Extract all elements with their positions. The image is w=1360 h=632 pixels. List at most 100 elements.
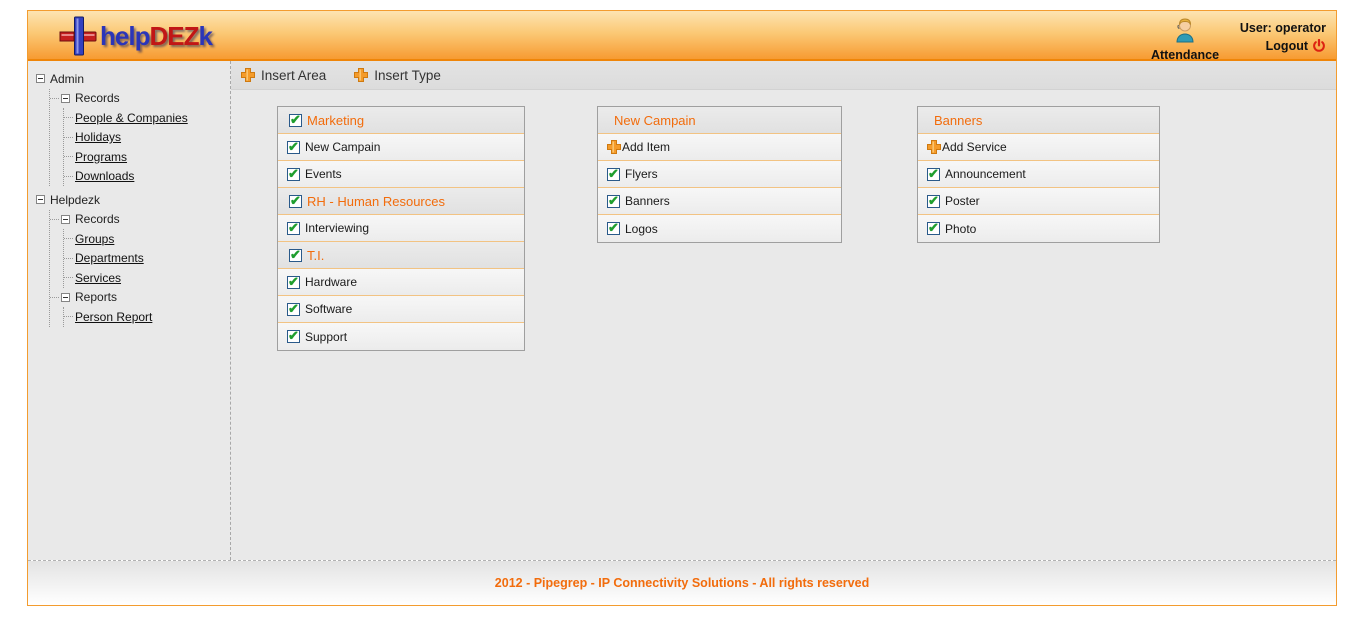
panel-item-announcement: Announcement — [918, 161, 1159, 188]
panel-item-support: Support — [278, 323, 524, 350]
sidebar-item-groups[interactable]: Groups — [64, 229, 230, 249]
collapse-icon[interactable] — [61, 94, 70, 103]
checkbox-checked[interactable] — [927, 195, 940, 208]
tree-item-label[interactable]: Person Report — [75, 310, 152, 324]
main-content: Insert Area Insert Type Marketing New Cam… — [231, 61, 1336, 560]
panel-header-label: New Campain — [614, 113, 696, 128]
logo-text: helpDEZk — [100, 21, 212, 52]
logout-label: Logout — [1266, 39, 1308, 53]
panel-item-events: Events — [278, 161, 524, 188]
panel-item-photo: Photo — [918, 215, 1159, 242]
panel-header-banners: Banners — [918, 107, 1159, 134]
sidebar-item-people-companies[interactable]: People & Companies — [64, 108, 230, 128]
add-button-add-service[interactable]: Add Service — [918, 134, 1159, 161]
collapse-icon[interactable] — [61, 293, 70, 302]
operator-avatar-icon — [1173, 17, 1197, 43]
panel-header-new-campain: New Campain — [598, 107, 841, 134]
user-block: User: operator Logout — [1240, 21, 1326, 53]
checkbox-checked[interactable] — [287, 276, 300, 289]
checkbox-checked[interactable] — [607, 195, 620, 208]
logo-text-help: help — [100, 21, 149, 51]
areas-panel: Marketing New Campain Events RH - Human Res… — [277, 106, 525, 351]
collapse-icon[interactable] — [61, 215, 70, 224]
checkbox-checked[interactable] — [287, 222, 300, 235]
tree-item-label: Reports — [75, 290, 117, 304]
tree-children: Groups Departments Services — [63, 229, 230, 288]
checkbox-checked[interactable] — [287, 141, 300, 154]
panel-item-label: Poster — [945, 194, 980, 208]
panel-item-label: Events — [305, 167, 342, 181]
items-panel: New CampainAdd ItemFlyersBannersLogos — [597, 106, 842, 243]
checkbox-checked[interactable] — [289, 114, 302, 127]
collapse-icon[interactable] — [36, 74, 45, 83]
insert-area-label: Insert Area — [261, 68, 326, 83]
sidebar-item-services[interactable]: Services — [64, 268, 230, 288]
tree-item-label[interactable]: Programs — [75, 150, 127, 164]
panel-item-label: Add Service — [942, 140, 1007, 154]
panel-item-label: Flyers — [625, 167, 658, 181]
panel-item-label: Add Item — [622, 140, 670, 154]
panel-header-rh-human-resources: RH - Human Resources — [278, 188, 524, 215]
panel-item-label: New Campain — [305, 140, 380, 154]
tree-branch-reports[interactable]: Reports — [50, 288, 230, 308]
checkbox-checked[interactable] — [607, 222, 620, 235]
panel-header-label: Marketing — [307, 113, 364, 128]
panel-header-marketing: Marketing — [278, 107, 524, 134]
logout-button[interactable]: Logout — [1240, 39, 1326, 53]
sidebar-item-person-report[interactable]: Person Report — [64, 307, 230, 327]
app-page: helpDEZk Attendance User: operator Logou… — [27, 10, 1337, 606]
panel-item-banners: Banners — [598, 188, 841, 215]
sidebar-item-programs[interactable]: Programs — [64, 147, 230, 167]
tree-item-label: Records — [75, 91, 120, 105]
checkbox-checked[interactable] — [287, 330, 300, 343]
tree-item-label[interactable]: Groups — [75, 232, 114, 246]
tree-item-label[interactable]: Downloads — [75, 169, 134, 183]
add-button-add-item[interactable]: Add Item — [598, 134, 841, 161]
checkbox-checked[interactable] — [287, 303, 300, 316]
panel-item-label: Banners — [625, 194, 670, 208]
plus-icon — [926, 139, 942, 155]
tree-item-label: Helpdezk — [50, 193, 100, 207]
tree-branch-records[interactable]: Records — [50, 89, 230, 109]
tree-item-label: Admin — [50, 72, 84, 86]
attendance-label: Attendance — [1146, 48, 1224, 62]
tree-item-label[interactable]: Holidays — [75, 130, 121, 144]
footer-bar: 2012 - Pipegrep - IP Connectivity Soluti… — [28, 560, 1336, 605]
panel-item-interviewing: Interviewing — [278, 215, 524, 242]
tree-item-label[interactable]: Departments — [75, 251, 144, 265]
insert-type-label: Insert Type — [374, 68, 441, 83]
panel-item-label: Interviewing — [305, 221, 369, 235]
checkbox-checked[interactable] — [287, 168, 300, 181]
tree-branch-records[interactable]: Records — [50, 210, 230, 230]
panel-item-hardware: Hardware — [278, 269, 524, 296]
tree-branch-admin[interactable]: Admin — [36, 69, 230, 89]
checkbox-checked[interactable] — [927, 168, 940, 181]
tree-children: Records People & Companies Holidays Program… — [49, 89, 230, 187]
sidebar-item-downloads[interactable]: Downloads — [64, 167, 230, 187]
tree-item-label[interactable]: People & Companies — [75, 111, 188, 125]
checkbox-checked[interactable] — [289, 249, 302, 262]
collapse-icon[interactable] — [36, 195, 45, 204]
checkbox-checked[interactable] — [927, 222, 940, 235]
panel-header-t-i: T.I. — [278, 242, 524, 269]
insert-area-button[interactable]: Insert Area — [240, 67, 326, 83]
copyright-text: 2012 - Pipegrep - IP Connectivity Soluti… — [495, 576, 869, 590]
tree-branch-helpdezk[interactable]: Helpdezk — [36, 190, 230, 210]
attendance-button[interactable]: Attendance — [1146, 17, 1224, 62]
checkbox-checked[interactable] — [289, 195, 302, 208]
checkbox-checked[interactable] — [607, 168, 620, 181]
tree-item-label[interactable]: Services — [75, 271, 121, 285]
tree-item-label: Records — [75, 212, 120, 226]
insert-type-button[interactable]: Insert Type — [353, 67, 441, 83]
power-icon — [1312, 39, 1326, 53]
panel-item-label: Hardware — [305, 275, 357, 289]
tree-children: Person Report — [63, 307, 230, 327]
sidebar-item-departments[interactable]: Departments — [64, 249, 230, 269]
sidebar-item-holidays[interactable]: Holidays — [64, 128, 230, 148]
tree-children: People & Companies Holidays Programs Downlo… — [63, 108, 230, 186]
logo-text-k: k — [198, 21, 211, 51]
plus-icon — [606, 139, 622, 155]
header-bar: helpDEZk Attendance User: operator Logou… — [28, 11, 1336, 61]
sidebar-navigation: Admin Records People & Companies Holidays Pr… — [28, 61, 231, 560]
panel-item-label: Photo — [945, 222, 976, 236]
